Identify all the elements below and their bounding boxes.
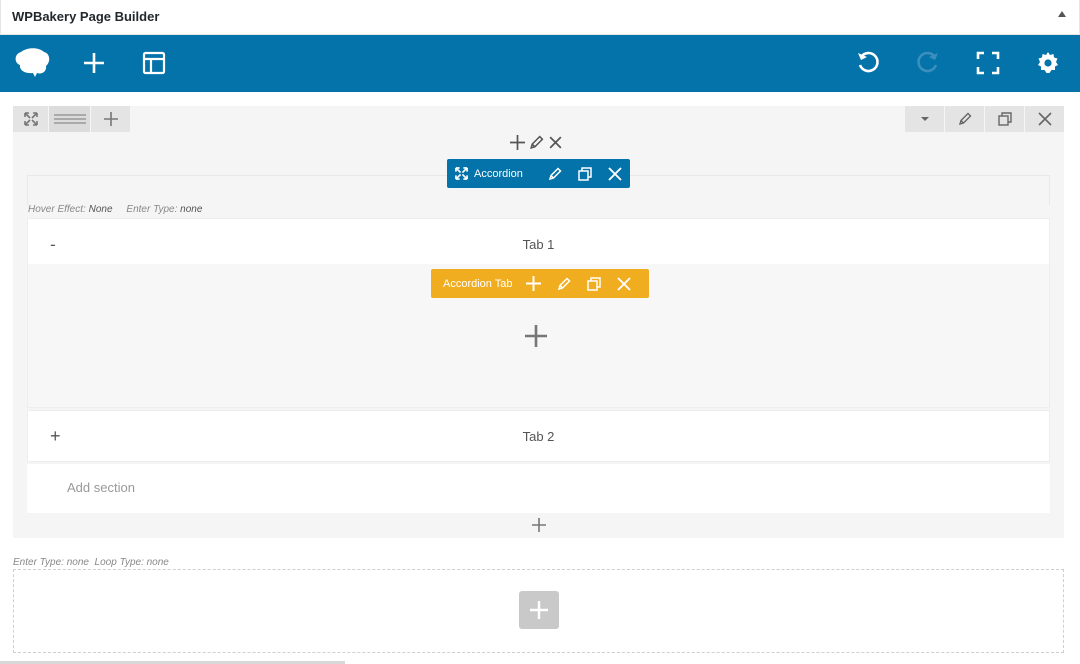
move-arrows-icon[interactable]	[455, 167, 468, 180]
plus-icon[interactable]	[510, 135, 525, 150]
accordion-toolbar[interactable]: Accordion	[447, 159, 630, 188]
accordion-tab-edit-button[interactable]	[549, 269, 579, 298]
plus-icon	[526, 276, 542, 291]
accordion-tab-1: - Tab 1 Accordion Tab	[27, 218, 1050, 408]
accordion-edit-button[interactable]	[540, 159, 570, 188]
plus-icon	[84, 53, 104, 73]
plus-icon	[530, 601, 548, 619]
close-icon	[1037, 112, 1052, 126]
clone-icon	[997, 112, 1012, 126]
collapse-arrow-icon[interactable]	[1058, 11, 1066, 17]
plus-icon	[532, 518, 546, 532]
gear-icon	[1038, 52, 1058, 73]
row-add-element-button[interactable]	[532, 518, 546, 537]
redo-icon	[917, 51, 938, 73]
add-element-button[interactable]	[519, 591, 559, 629]
pencil-icon	[958, 112, 971, 126]
templates-button[interactable]	[133, 43, 175, 83]
add-section[interactable]: Add section	[27, 464, 1050, 513]
panel-header: WPBakery Page Builder	[0, 0, 1080, 35]
accordion-meta: Hover Effect: None Enter Type: none	[28, 204, 203, 215]
caret-down-icon	[920, 117, 929, 121]
plus-icon	[103, 112, 118, 126]
clone-icon	[586, 276, 601, 291]
fullscreen-button[interactable]	[967, 43, 1009, 83]
row-edit-button[interactable]	[944, 106, 984, 132]
row-container: Accordion Hover Effect: None Enter Type:…	[13, 106, 1064, 538]
row-delete-button[interactable]	[1024, 106, 1064, 132]
clone-icon	[578, 166, 592, 181]
row-add-column-button[interactable]	[91, 106, 131, 132]
empty-row	[13, 569, 1064, 653]
row-layout-icon	[53, 114, 86, 124]
logo-icon[interactable]	[11, 43, 53, 83]
column-controls	[510, 135, 563, 150]
pencil-icon	[557, 276, 571, 290]
tab-title[interactable]: Tab 2	[28, 429, 1049, 444]
row-controls-left	[13, 106, 131, 132]
redo-button[interactable]	[907, 43, 949, 83]
row-clone-button[interactable]	[984, 106, 1024, 132]
row-layout-button[interactable]	[49, 106, 91, 132]
pencil-icon	[548, 166, 562, 180]
undo-icon	[858, 51, 879, 73]
row-meta: Enter Type: none Loop Type: none	[13, 557, 169, 568]
row-move-button[interactable]	[13, 106, 49, 132]
accordion-tab-clone-button[interactable]	[579, 269, 609, 298]
accordion-tab-toolbar[interactable]: Accordion Tab	[431, 269, 649, 298]
accordion-tab-2[interactable]: + Tab 2	[27, 410, 1050, 462]
add-section-label[interactable]: Add section	[67, 480, 135, 495]
tab-title[interactable]: Tab 1	[28, 237, 1049, 252]
builder-toolbar	[0, 35, 1080, 92]
tab-add-element-button[interactable]	[525, 325, 547, 352]
close-icon[interactable]	[548, 135, 563, 150]
row-toggle-button[interactable]	[904, 106, 944, 132]
plus-icon	[525, 325, 547, 347]
add-element-button[interactable]	[73, 43, 115, 83]
tab-header[interactable]: - Tab 1	[28, 219, 1049, 264]
pencil-icon[interactable]	[529, 135, 544, 150]
accordion-tab-label: Accordion Tab	[443, 277, 513, 290]
accordion-label: Accordion	[474, 167, 523, 180]
undo-button[interactable]	[847, 43, 889, 83]
close-icon	[616, 276, 631, 291]
fullscreen-icon	[976, 51, 1000, 75]
accordion-delete-button[interactable]	[600, 159, 630, 188]
accordion-tab-add-button[interactable]	[519, 269, 549, 298]
accordion-tab-delete-button[interactable]	[609, 269, 639, 298]
panel-title: WPBakery Page Builder	[12, 9, 160, 24]
move-arrows-icon	[23, 112, 38, 126]
settings-button[interactable]	[1027, 43, 1069, 83]
close-icon	[608, 166, 622, 181]
accordion-clone-button[interactable]	[570, 159, 600, 188]
layout-icon	[142, 51, 166, 75]
row-controls-right	[904, 106, 1064, 132]
